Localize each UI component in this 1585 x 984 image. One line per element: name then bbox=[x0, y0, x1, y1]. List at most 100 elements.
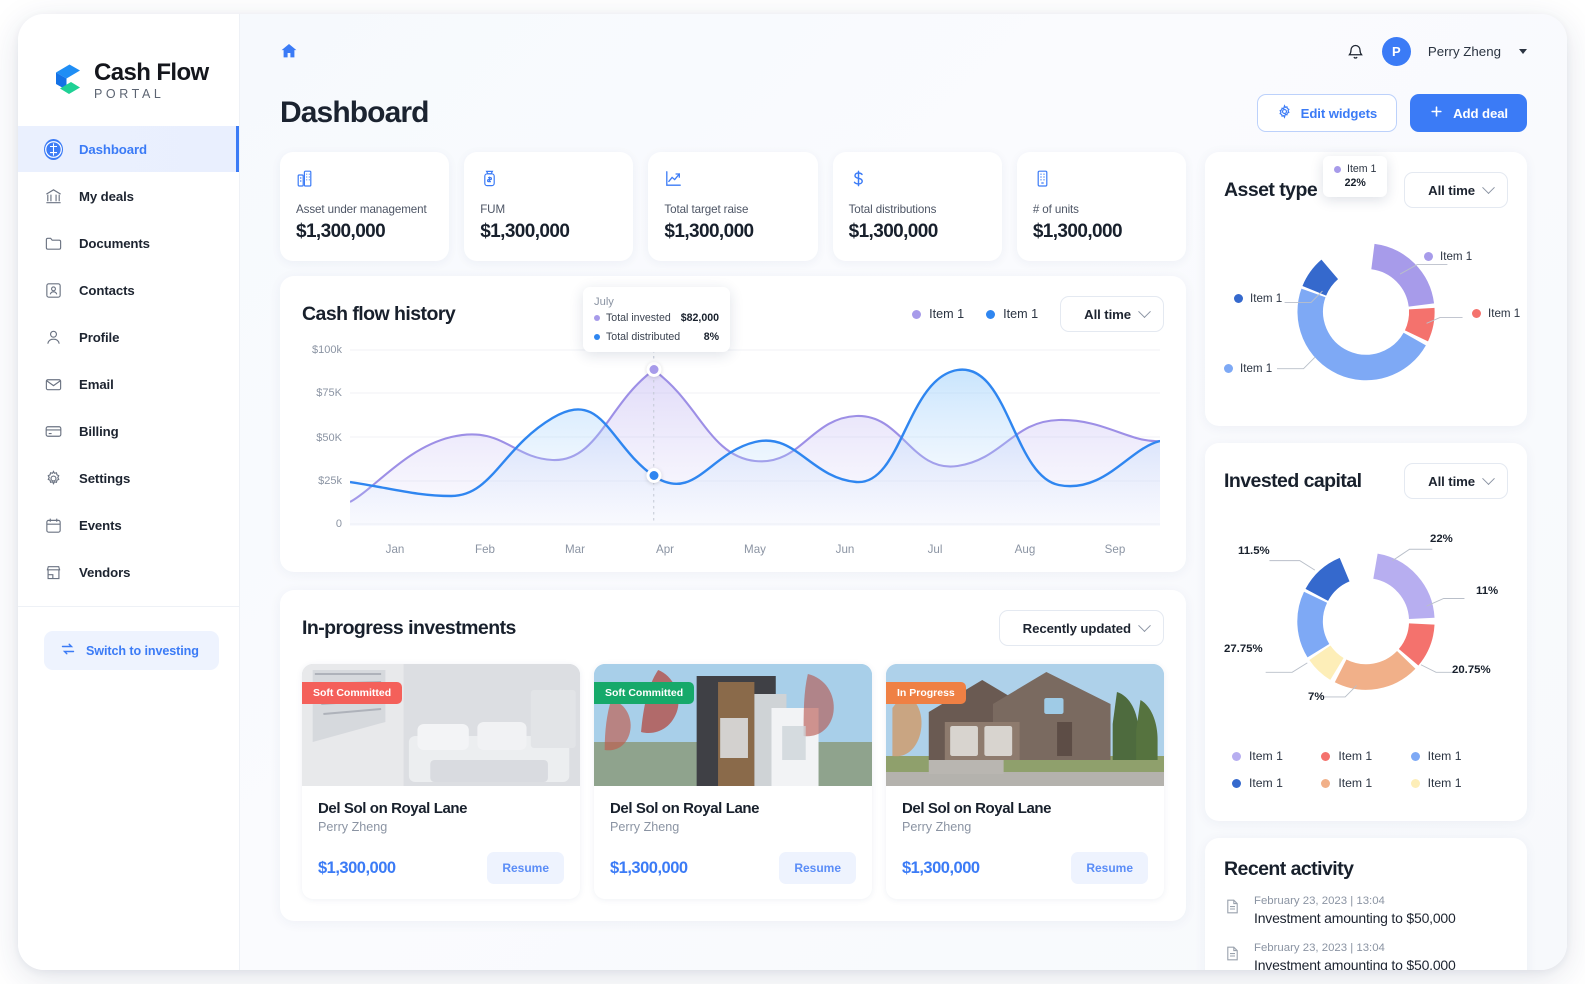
activity-item[interactable]: February 23, 2023 | 13:04 Investment amo… bbox=[1224, 895, 1508, 926]
legend-item[interactable]: Item 1 bbox=[1232, 749, 1321, 763]
sidebar-item-settings[interactable]: Settings bbox=[18, 455, 239, 501]
bank-icon bbox=[44, 187, 63, 206]
building-units-icon bbox=[1033, 169, 1052, 188]
page-title: Dashboard bbox=[280, 96, 430, 129]
investment-name: Del Sol on Royal Lane bbox=[610, 800, 760, 817]
sidebar-item-billing[interactable]: Billing bbox=[18, 408, 239, 454]
stat-value: $1,300,000 bbox=[848, 221, 939, 242]
sidebar-item-email[interactable]: Email bbox=[18, 361, 239, 407]
activity-date-text: February 23, 2023 bbox=[1254, 942, 1348, 954]
x-axis-labels: Jan Feb Mar Apr May Jun Jul Aug Sep bbox=[350, 543, 1160, 556]
x-tick: Feb bbox=[475, 543, 495, 556]
legend-dot-icon bbox=[1410, 778, 1420, 788]
legend-item[interactable]: Item 1 bbox=[986, 307, 1038, 321]
stat-card-units[interactable]: # of units $1,300,000 bbox=[1016, 152, 1187, 261]
sidebar-item-my-deals[interactable]: My deals bbox=[18, 173, 239, 219]
chart-point-purple[interactable] bbox=[646, 362, 662, 377]
tooltip-row: Total invested $82,000 bbox=[594, 312, 719, 324]
investments-sort-select[interactable]: Recently updated bbox=[998, 610, 1164, 647]
legend-label: Item 1 bbox=[1427, 749, 1462, 763]
x-tick: Jan bbox=[385, 543, 405, 556]
investment-details: Del Sol on Royal Lane Perry Zheng $1,300… bbox=[886, 786, 1164, 899]
sidebar-item-profile[interactable]: Profile bbox=[18, 314, 239, 360]
switch-to-investing-button[interactable]: Switch to investing bbox=[44, 631, 219, 670]
tooltip-dot-icon bbox=[1334, 165, 1341, 173]
stat-label: FUM bbox=[480, 203, 506, 216]
invested-capital-pct: 11% bbox=[1476, 585, 1499, 597]
stat-label: Total distributions bbox=[848, 203, 937, 216]
right-column: Asset type All time Item 1 22% Item 1 It… bbox=[1205, 152, 1527, 970]
legend-item[interactable]: Item 1 bbox=[1321, 776, 1410, 790]
header-actions: Edit widgets Add deal bbox=[1256, 94, 1527, 132]
card-icon bbox=[44, 422, 63, 441]
dashboard-body: Asset under management $1,300,000 FUM $1… bbox=[240, 132, 1567, 970]
sidebar-item-vendors[interactable]: Vendors bbox=[18, 549, 239, 595]
asset-type-card: Asset type All time Item 1 22% Item 1 It… bbox=[1205, 152, 1527, 426]
legend-item[interactable]: Item 1 bbox=[1321, 749, 1410, 763]
resume-button[interactable]: Resume bbox=[487, 852, 564, 884]
donut-segment-orange bbox=[1334, 650, 1416, 690]
investment-card[interactable]: Soft Committed Del Sol on Royal Lane Per… bbox=[302, 664, 580, 899]
home-icon[interactable] bbox=[280, 42, 298, 60]
y-tick: 0 bbox=[335, 518, 342, 530]
investment-owner: Perry Zheng bbox=[318, 820, 388, 834]
legend-item[interactable]: Item 1 bbox=[1410, 776, 1500, 790]
donut-segment-lightblue bbox=[1297, 591, 1330, 658]
investment-card[interactable]: Soft Committed Del Sol on Royal Lane Per… bbox=[594, 664, 872, 899]
legend-item[interactable]: Item 1 bbox=[1410, 749, 1500, 763]
add-deal-button[interactable]: Add deal bbox=[1410, 94, 1527, 132]
topbar: P Perry Zheng bbox=[240, 14, 1567, 88]
legend-item[interactable]: Item 1 bbox=[912, 307, 964, 321]
legend-dot-icon bbox=[1410, 751, 1420, 761]
tooltip-label: Total distributed bbox=[606, 331, 681, 343]
tooltip-value: 22% bbox=[1344, 177, 1366, 189]
edit-widgets-button[interactable]: Edit widgets bbox=[1256, 94, 1398, 132]
activity-date: February 23, 2023 | 13:04 bbox=[1254, 942, 1385, 954]
legend-item[interactable]: Item 1 bbox=[1232, 776, 1321, 790]
stat-card-aum[interactable]: Asset under management $1,300,000 bbox=[280, 152, 450, 261]
legend-label: Item 1 bbox=[1003, 307, 1039, 321]
sidebar-item-dashboard[interactable]: Dashboard bbox=[18, 126, 239, 172]
invested-capital-header: Invested capital All time bbox=[1224, 463, 1508, 500]
app-window: Cash Flow PORTAL Dashboard My deals Docu… bbox=[18, 14, 1567, 970]
sidebar-item-label: Contacts bbox=[79, 282, 135, 298]
asset-type-callout: Item 1 bbox=[1234, 292, 1282, 305]
cash-flow-logo-icon bbox=[50, 62, 84, 100]
asset-type-callout: Item 1 bbox=[1424, 250, 1472, 263]
avatar[interactable]: P bbox=[1381, 36, 1411, 66]
chevron-down-icon[interactable] bbox=[1519, 48, 1527, 54]
add-deal-label: Add deal bbox=[1453, 105, 1508, 121]
y-tick: $75K bbox=[316, 387, 342, 399]
recent-activity-title: Recent activity bbox=[1224, 858, 1354, 880]
resume-button[interactable]: Resume bbox=[1071, 852, 1148, 884]
tooltip-label: Item 1 bbox=[1347, 163, 1377, 175]
invested-capital-range-select[interactable]: All time bbox=[1404, 463, 1508, 500]
cash-flow-range-select[interactable]: All time bbox=[1060, 296, 1164, 333]
resume-button[interactable]: Resume bbox=[779, 852, 856, 884]
investment-image: Soft Committed bbox=[594, 664, 872, 786]
investment-name: Del Sol on Royal Lane bbox=[318, 800, 468, 817]
legend-dot-icon bbox=[1424, 252, 1433, 261]
legend-dot-icon bbox=[1232, 778, 1241, 788]
invested-capital-title: Invested capital bbox=[1224, 469, 1362, 492]
callout-label: Item 1 bbox=[1488, 307, 1521, 320]
brand-logo[interactable]: Cash Flow PORTAL bbox=[18, 14, 239, 110]
dollar-icon bbox=[849, 169, 868, 188]
sidebar-item-events[interactable]: Events bbox=[18, 502, 239, 548]
bell-icon[interactable] bbox=[1346, 42, 1365, 61]
sidebar-item-documents[interactable]: Documents bbox=[18, 220, 239, 266]
sidebar-item-contacts[interactable]: Contacts bbox=[18, 267, 239, 313]
asset-type-range-select[interactable]: All time bbox=[1404, 172, 1508, 209]
stat-card-target-raise[interactable]: Total target raise $1,300,000 bbox=[648, 152, 818, 261]
stat-card-distributions[interactable]: Total distributions $1,300,000 bbox=[832, 152, 1002, 261]
activity-item[interactable]: February 23, 2023 | 13:04 Investment amo… bbox=[1224, 942, 1508, 970]
investment-badge: Soft Committed bbox=[302, 682, 403, 704]
page-header: Dashboard Edit widgets Add deal bbox=[240, 88, 1567, 132]
chart-point-blue[interactable] bbox=[646, 468, 662, 483]
chart-markers bbox=[653, 361, 654, 379]
activity-time-text: 13:04 bbox=[1356, 942, 1385, 954]
stat-card-fum[interactable]: FUM $1,300,000 bbox=[464, 152, 634, 261]
legend-label: Item 1 bbox=[1249, 776, 1283, 790]
x-tick: Jun bbox=[835, 543, 855, 556]
investment-card[interactable]: In Progress Del Sol on Royal Lane Perry … bbox=[886, 664, 1164, 899]
